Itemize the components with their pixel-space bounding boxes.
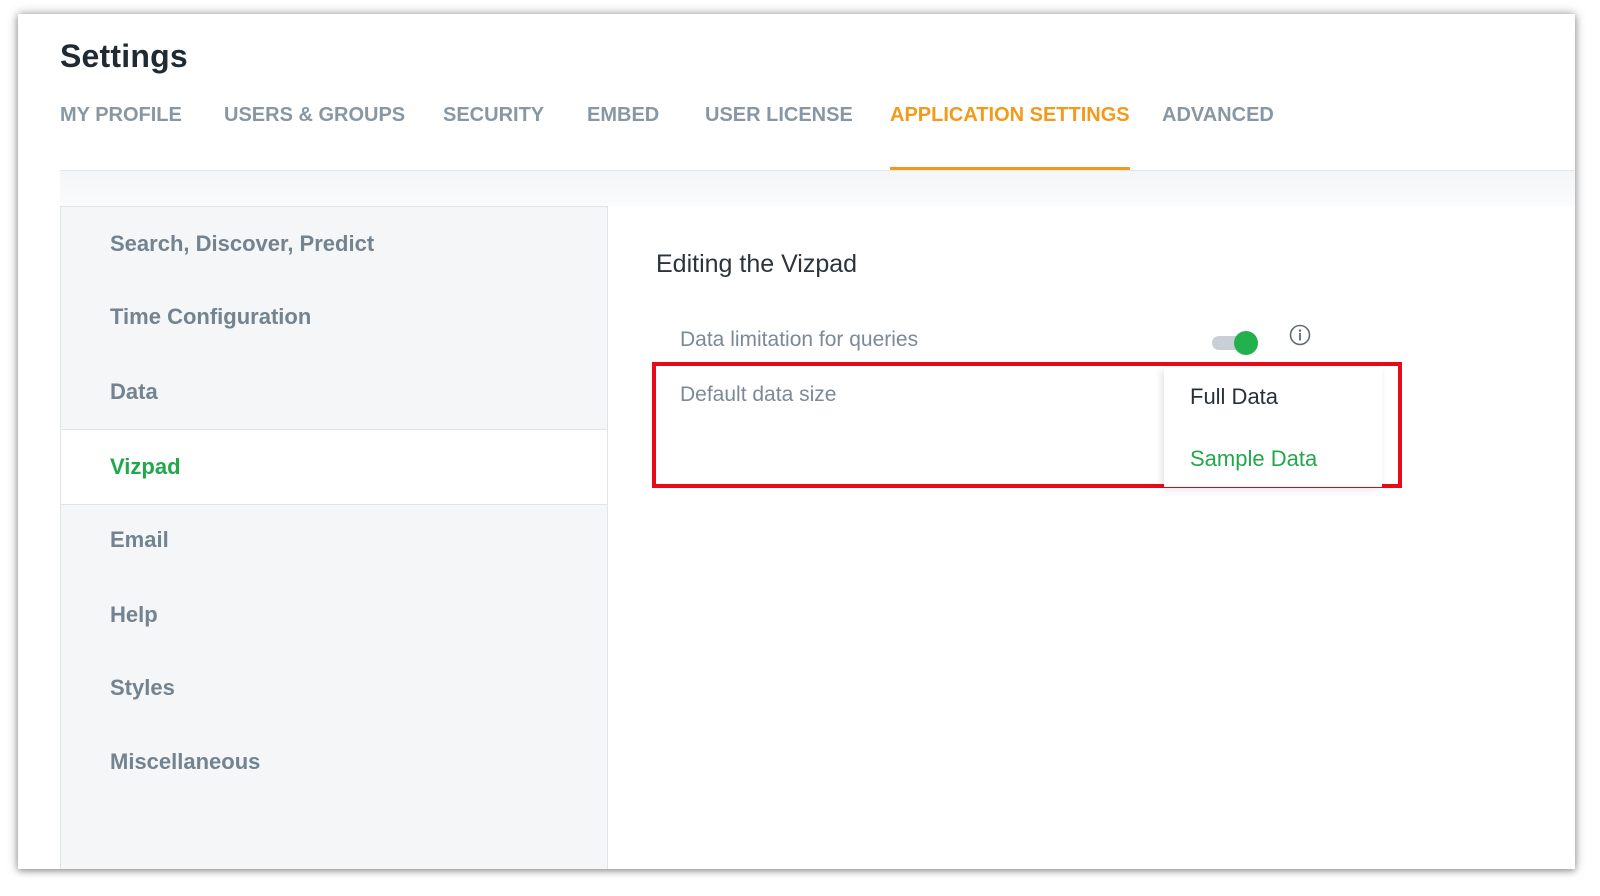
sidebar-item-vizpad[interactable]: Vizpad (61, 429, 607, 505)
dropdown-option-full-data[interactable]: Full Data (1190, 384, 1278, 410)
section-title: Editing the Vizpad (656, 250, 858, 278)
settings-tabs: MY PROFILE USERS & GROUPS SECURITY EMBED… (60, 100, 1575, 171)
page-title: Settings (60, 38, 188, 74)
tab-user-license[interactable]: USER LICENSE (705, 104, 853, 166)
info-icon[interactable] (1289, 324, 1311, 346)
dropdown-option-sample-data[interactable]: Sample Data (1190, 446, 1317, 472)
sidebar-item-search-discover-predict[interactable]: Search, Discover, Predict (61, 207, 607, 281)
sidebar-item-styles[interactable]: Styles (61, 651, 607, 725)
tab-security[interactable]: SECURITY (443, 104, 544, 166)
data-limitation-toggle[interactable] (1210, 330, 1258, 355)
sidebar-item-miscellaneous[interactable]: Miscellaneous (61, 725, 607, 799)
sidebar-item-label: Data (110, 379, 158, 404)
tab-advanced[interactable]: ADVANCED (1162, 104, 1274, 166)
sidebar-item-data[interactable]: Data (61, 355, 607, 429)
sidebar-item-label: Email (110, 527, 169, 552)
tab-my-profile[interactable]: MY PROFILE (60, 104, 182, 166)
tab-users-groups[interactable]: USERS & GROUPS (224, 104, 405, 166)
sidebar-item-label: Help (110, 602, 158, 627)
sidebar-item-label: Search, Discover, Predict (110, 231, 375, 256)
toggle-knob (1234, 331, 1258, 355)
header-divider-band (60, 171, 1575, 206)
tab-application-settings[interactable]: APPLICATION SETTINGS (890, 104, 1130, 170)
default-data-size-label: Default data size (680, 383, 837, 406)
data-size-dropdown[interactable]: Full Data Sample Data (1164, 368, 1382, 487)
sidebar-item-help[interactable]: Help (61, 578, 607, 652)
sidebar-item-time-configuration[interactable]: Time Configuration (61, 280, 607, 354)
sidebar-item-label: Time Configuration (110, 304, 312, 329)
data-limitation-label: Data limitation for queries (680, 328, 919, 351)
settings-sidebar: Search, Discover, Predict Time Configura… (60, 206, 608, 869)
sidebar-item-label: Miscellaneous (110, 749, 261, 774)
sidebar-item-email[interactable]: Email (61, 503, 607, 577)
tab-embed[interactable]: EMBED (587, 104, 659, 166)
settings-window: Settings MY PROFILE USERS & GROUPS SECUR… (18, 14, 1575, 869)
sidebar-item-label: Vizpad (110, 454, 181, 479)
sidebar-item-label: Styles (110, 675, 175, 700)
